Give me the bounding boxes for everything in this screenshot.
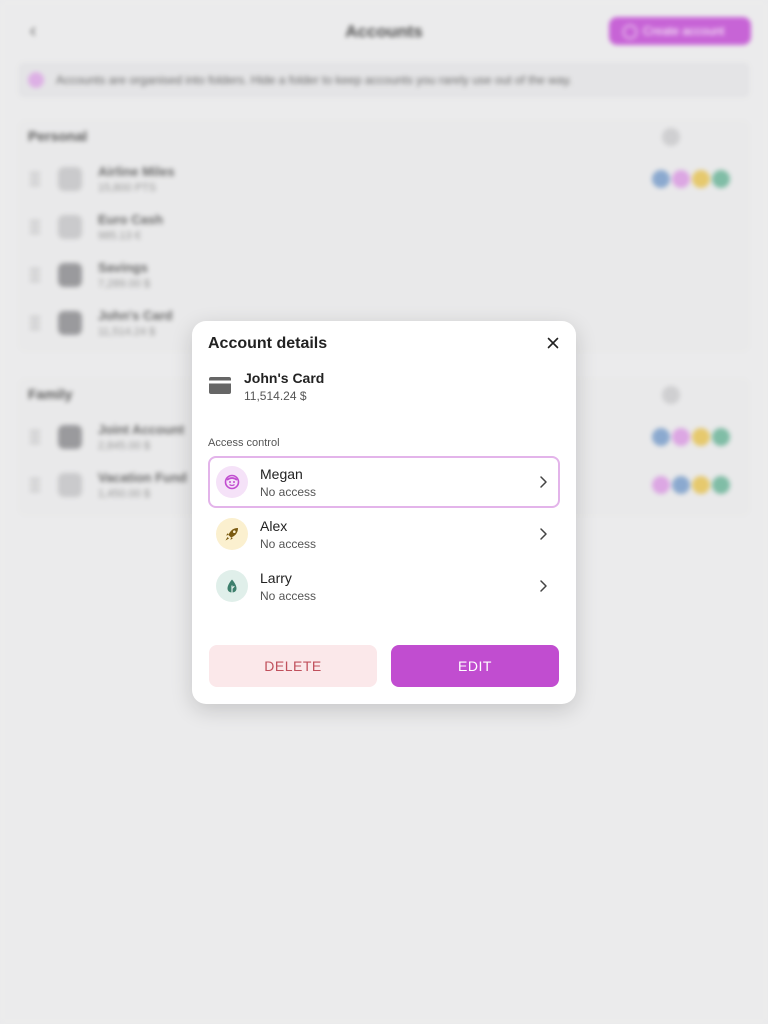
chevron-right-icon <box>540 580 547 592</box>
user-row-alex[interactable]: Alex No access <box>208 508 560 560</box>
close-button[interactable] <box>542 332 564 354</box>
user-name: Larry <box>260 570 292 586</box>
user-access-status: No access <box>260 485 317 499</box>
credit-card-icon <box>209 377 231 394</box>
account-name: John's Card <box>244 370 325 386</box>
delete-button[interactable]: DELETE <box>209 645 377 687</box>
access-control-label: Access control <box>208 437 280 449</box>
user-name: Megan <box>260 466 303 482</box>
user-access-status: No access <box>260 537 317 551</box>
chevron-right-icon <box>540 528 547 540</box>
edit-button[interactable]: EDIT <box>391 645 559 687</box>
user-name: Alex <box>260 518 288 534</box>
dialog-title: Account details <box>208 335 328 352</box>
user-access-status: No access <box>260 589 317 603</box>
avatar <box>216 570 248 602</box>
avatar <box>216 466 248 498</box>
leaf-icon <box>227 579 237 593</box>
rocket-icon <box>225 528 238 541</box>
user-row-megan[interactable]: Megan No access <box>208 456 560 508</box>
close-icon <box>547 337 559 349</box>
chevron-right-icon <box>540 476 547 488</box>
account-details-dialog: Account details John's Card 11,514.24 $ … <box>192 321 576 704</box>
avatar <box>216 518 248 550</box>
account-balance: 11,514.24 $ <box>244 389 307 403</box>
smiley-face-icon <box>224 474 240 490</box>
user-row-larry[interactable]: Larry No access <box>208 560 560 612</box>
